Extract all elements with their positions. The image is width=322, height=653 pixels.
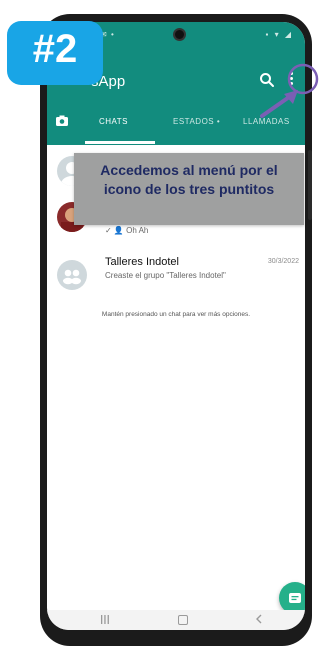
system-nav-bar bbox=[47, 610, 305, 630]
tab-chats[interactable]: CHATS bbox=[99, 117, 128, 126]
home-icon[interactable] bbox=[178, 615, 188, 625]
step-badge: #2 bbox=[7, 21, 103, 85]
camera-icon[interactable] bbox=[55, 114, 69, 128]
chat-date: 30/3/2022 bbox=[267, 258, 299, 265]
back-icon[interactable] bbox=[255, 614, 263, 624]
tab-estados[interactable]: ESTADOS • bbox=[173, 117, 220, 126]
instruction-callout: Accedemos al menú por el icono de los tr… bbox=[74, 153, 304, 225]
hint-text: Mantén presionado un chat para ver más o… bbox=[101, 311, 251, 318]
chat-preview: ✓ 👤 Oh Ah bbox=[105, 226, 149, 235]
phone-side-button bbox=[308, 150, 312, 220]
recents-icon[interactable] bbox=[101, 615, 109, 624]
highlight-ring bbox=[287, 63, 319, 95]
step-number: #2 bbox=[32, 27, 78, 71]
chat-name: Talleres Indotel bbox=[105, 256, 179, 268]
chat-row[interactable]: Talleres Indotel 30/3/2022 Creaste el gr… bbox=[47, 252, 305, 304]
group-avatar bbox=[57, 260, 87, 290]
callout-text: Accedemos al menú por el icono de los tr… bbox=[100, 162, 278, 197]
active-tab-indicator bbox=[85, 141, 155, 144]
status-bar-right: ▪ ▾ ◢ bbox=[265, 30, 293, 39]
front-camera bbox=[173, 28, 186, 41]
chat-preview: Creaste el grupo "Talleres Indotel" bbox=[105, 271, 226, 280]
